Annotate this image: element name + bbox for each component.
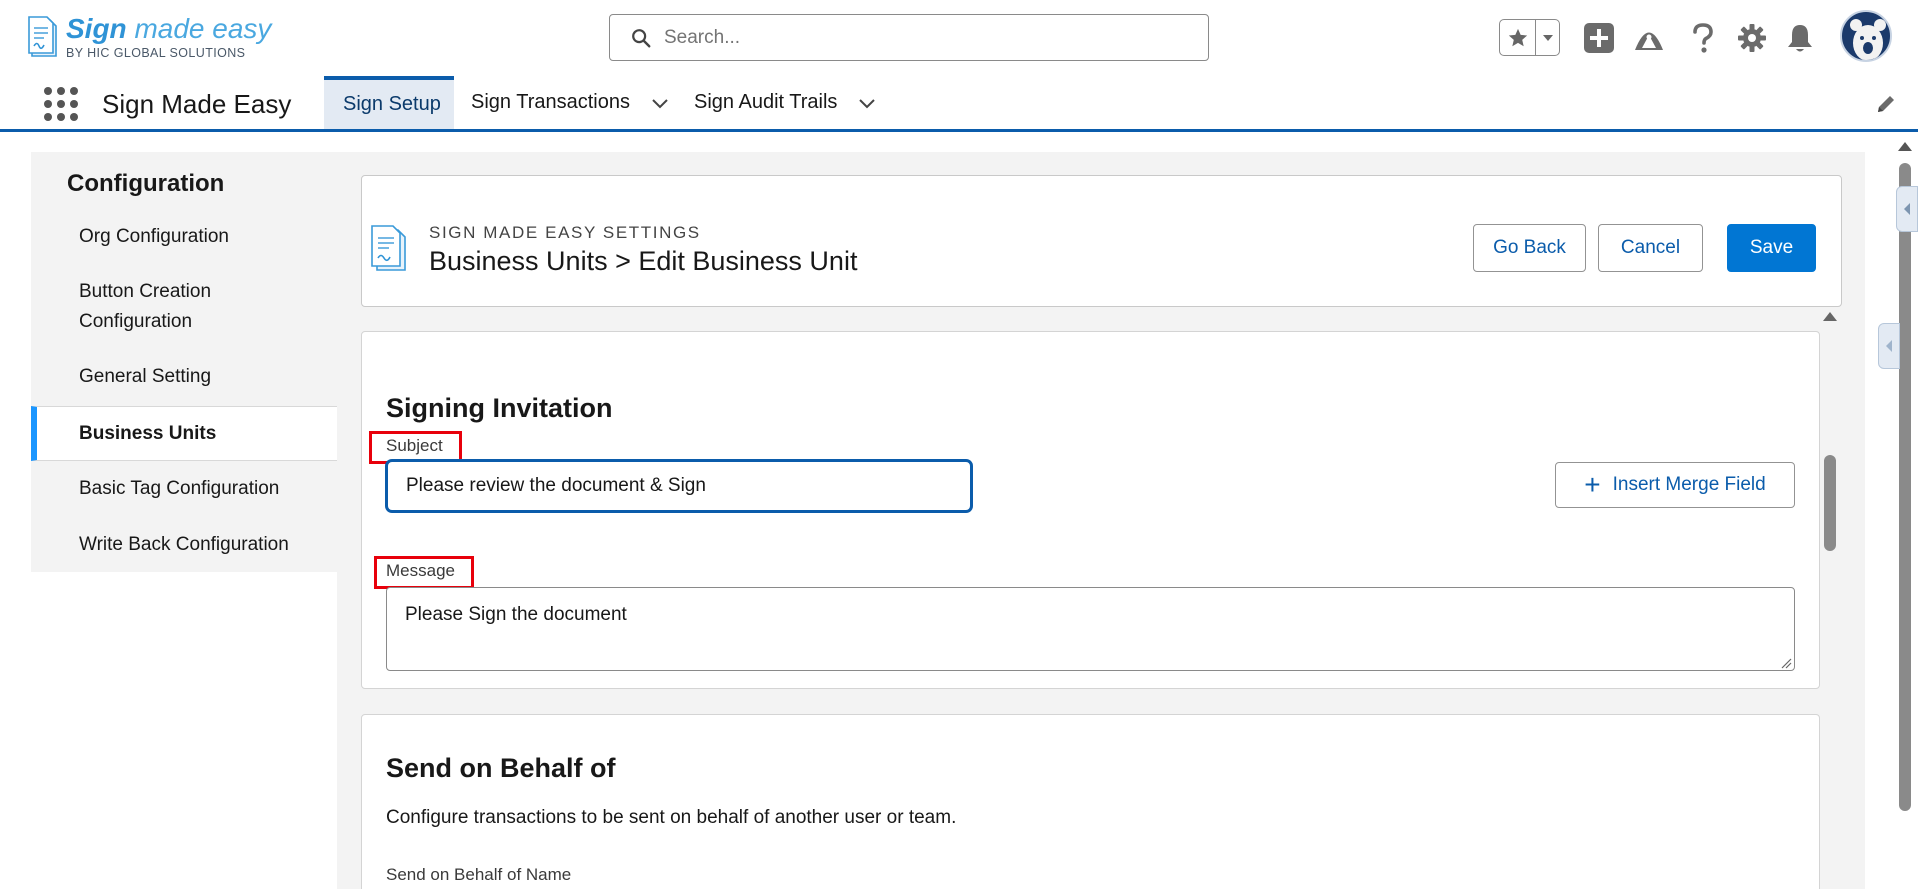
- avatar[interactable]: [1840, 10, 1892, 62]
- inner-scrollbar-thumb[interactable]: [1824, 455, 1836, 551]
- page-eyebrow: SIGN MADE EASY SETTINGS: [429, 223, 701, 242]
- send-on-behalf-name-label: Send on Behalf of Name: [386, 865, 572, 884]
- inner-scroll-up-arrow[interactable]: [1823, 312, 1837, 321]
- document-settings-icon: [371, 225, 406, 271]
- send-on-behalf-description: Configure transactions to be sent on beh…: [386, 807, 957, 828]
- docked-panel-tab[interactable]: [1896, 186, 1918, 232]
- help-icon: [1693, 23, 1713, 53]
- logo-brand-bold: Sign: [66, 13, 127, 44]
- page-scrollbar-thumb[interactable]: [1899, 163, 1911, 811]
- chevron-left-icon: [1886, 340, 1892, 352]
- tab-label: Sign Setup: [343, 93, 441, 115]
- chevron-left-icon: [1904, 203, 1910, 215]
- signing-invitation-card: Signing Invitation Subject + Insert Merg…: [361, 331, 1820, 689]
- tab-sign-audit-trails[interactable]: Sign Audit Trails: [694, 76, 877, 129]
- sidebar-item-org-configuration[interactable]: Org Configuration: [31, 222, 337, 252]
- page-title: Business Units > Edit Business Unit: [429, 246, 858, 276]
- resize-grip-icon[interactable]: [1780, 657, 1792, 669]
- logo-byline: BY HIC GLOBAL SOLUTIONS: [66, 46, 246, 60]
- insert-merge-field-label: Insert Merge Field: [1612, 474, 1766, 495]
- configuration-sidebar: Configuration Org Configuration Button C…: [31, 152, 337, 572]
- favorites-button[interactable]: [1500, 20, 1536, 55]
- app-launcher-icon[interactable]: [43, 86, 79, 122]
- search-icon: [632, 28, 651, 47]
- chevron-down-icon[interactable]: [650, 93, 670, 113]
- app-navigation-bar: Sign Made Easy Sign Setup Sign Transacti…: [0, 76, 1918, 132]
- send-on-behalf-card: Send on Behalf of Configure transactions…: [361, 714, 1820, 889]
- tab-sign-transactions[interactable]: Sign Transactions: [471, 76, 670, 129]
- subject-input[interactable]: [386, 460, 972, 512]
- message-label-highlight: [374, 556, 474, 589]
- tab-label: Sign Audit Trails: [694, 91, 838, 113]
- global-header: Sign made easy BY HIC GLOBAL SOLUTIONS: [0, 0, 1918, 76]
- page-header-card: SIGN MADE EASY SETTINGS Business Units >…: [361, 175, 1842, 307]
- utility-panel-tab[interactable]: [1878, 323, 1900, 369]
- app-logo[interactable]: Sign made easy BY HIC GLOBAL SOLUTIONS: [26, 14, 271, 60]
- user-avatar-icon: [1850, 19, 1886, 60]
- sidebar-item-basic-tag-configuration[interactable]: Basic Tag Configuration: [31, 474, 337, 504]
- tab-sign-setup[interactable]: Sign Setup: [324, 76, 454, 129]
- favorites-star-icon: [1508, 28, 1527, 46]
- notifications-button[interactable]: [1781, 19, 1819, 57]
- page-scroll-up-arrow[interactable]: [1898, 142, 1912, 151]
- plus-icon: +: [1584, 469, 1601, 500]
- tab-label: Sign Transactions: [471, 91, 630, 113]
- document-logo-icon: [28, 16, 57, 57]
- message-textarea[interactable]: Please Sign the document: [386, 587, 1795, 671]
- sidebar-item-general-setting[interactable]: General Setting: [31, 362, 337, 392]
- setup-button[interactable]: [1733, 19, 1771, 57]
- sidebar-item-button-creation-configuration[interactable]: Button Creation Configuration: [31, 277, 271, 337]
- chevron-down-icon[interactable]: [857, 93, 877, 113]
- gear-icon: [1738, 24, 1766, 52]
- edit-nav-pencil-icon[interactable]: [1874, 92, 1898, 116]
- global-search[interactable]: [609, 14, 1209, 61]
- bell-icon: [1788, 25, 1812, 52]
- help-button[interactable]: [1684, 19, 1722, 57]
- favorites-group: [1499, 19, 1560, 56]
- signing-invitation-title: Signing Invitation: [386, 393, 613, 423]
- chevron-down-icon: [1542, 34, 1553, 41]
- search-input[interactable]: [664, 26, 1184, 49]
- cancel-button[interactable]: Cancel: [1598, 224, 1703, 272]
- sidebar-title: Configuration: [67, 170, 225, 197]
- favorites-menu-button[interactable]: [1536, 20, 1559, 55]
- send-on-behalf-title: Send on Behalf of: [386, 753, 616, 783]
- go-back-button[interactable]: Go Back: [1473, 224, 1586, 272]
- app-name: Sign Made Easy: [102, 89, 292, 119]
- plus-icon: [1584, 23, 1614, 53]
- logo-brand-rest: made easy: [126, 13, 272, 44]
- trailhead-button[interactable]: [1630, 19, 1668, 57]
- trailhead-icon: [1635, 32, 1663, 50]
- save-button[interactable]: Save: [1727, 224, 1816, 272]
- sidebar-item-business-units[interactable]: Business Units: [31, 406, 337, 461]
- insert-merge-field-button[interactable]: + Insert Merge Field: [1555, 462, 1795, 508]
- global-actions-button[interactable]: [1580, 19, 1618, 57]
- sidebar-item-write-back-configuration[interactable]: Write Back Configuration: [31, 530, 337, 560]
